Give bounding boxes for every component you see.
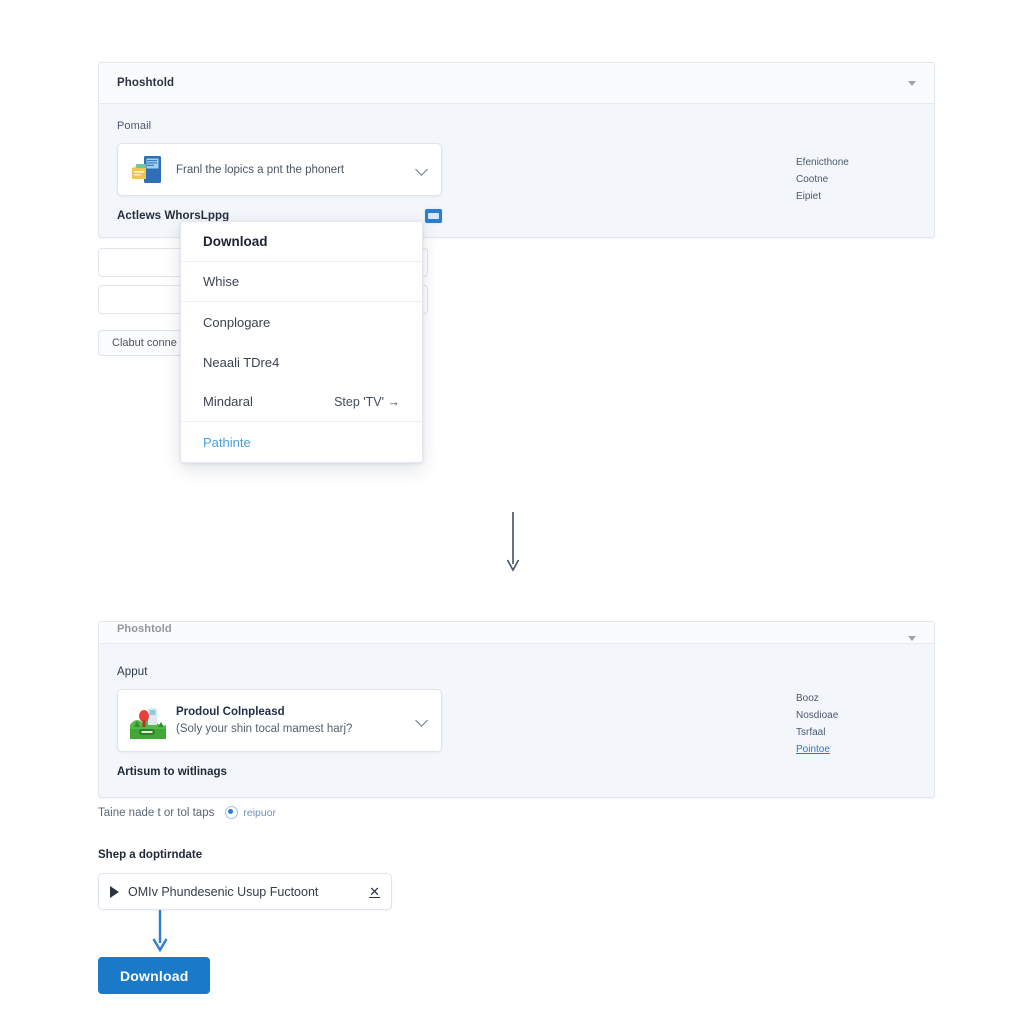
radio-option-label: reipuor <box>243 806 277 819</box>
menu-item-label: Conplogare <box>203 314 271 330</box>
menu-item-pathinte[interactable]: Pathinte <box>181 422 422 462</box>
top-meta-column: Efenicthone Cootne Eipiet <box>796 154 916 205</box>
meta-item[interactable]: Tsrfaal <box>796 724 916 741</box>
image-badge-icon[interactable] <box>425 209 442 223</box>
top-panel-header[interactable]: Phoshtold <box>99 63 934 104</box>
landscape-green-icon <box>130 704 166 739</box>
top-panel: Phoshtold Pomail Franl the lopics a pnt … <box>98 62 935 238</box>
blue-arrow-down <box>152 910 168 954</box>
play-icon[interactable] <box>110 885 119 898</box>
screenshot-canvas: Phoshtold Pomail Franl the lopics a pnt … <box>0 0 1024 1024</box>
download-context-menu: Download Whise Conplogare Neaali TDre4 M… <box>180 221 423 463</box>
menu-item-label: Mindaral <box>203 394 253 409</box>
meta-item[interactable]: Eipiet <box>796 188 916 205</box>
top-panel-title: Phoshtold <box>117 77 175 89</box>
menu-item-shortcut: Step 'TV' → <box>334 394 400 409</box>
top-card-title: Franl the lopics a pnt the phonert <box>176 163 345 176</box>
chevron-down-icon[interactable] <box>416 163 429 176</box>
menu-item-label: Neaali TDre4 <box>203 354 280 370</box>
top-field-label: Pomail <box>117 120 152 132</box>
top-select-card[interactable]: Franl the lopics a pnt the phonert <box>117 143 442 196</box>
radio-dot-icon[interactable] <box>225 806 239 819</box>
bottom-select-card[interactable]: Prodoul Colnpleasd (Soly your shin tocal… <box>117 689 442 752</box>
close-x-icon[interactable]: ✕ <box>369 884 380 900</box>
menu-item-download[interactable]: Download <box>181 222 422 262</box>
menu-item-whise[interactable]: Whise <box>181 262 422 302</box>
document-phone-icon <box>130 154 166 186</box>
radio-line-text: Taine nade t or tol taps <box>98 806 215 819</box>
selected-item-field[interactable]: OMIv Phundesenic Usup Fuctoont ✕ <box>98 873 392 910</box>
meta-item-link[interactable]: Pointoe <box>796 741 916 758</box>
selected-item-label: OMIv Phundesenic Usup Fuctoont <box>128 884 319 899</box>
bottom-section-note: Artisum to witlinags <box>117 766 227 778</box>
chevron-down-icon[interactable] <box>908 636 916 641</box>
top-card-text: Franl the lopics a pnt the phonert <box>176 164 408 176</box>
meta-item[interactable]: Efenicthone <box>796 154 916 171</box>
meta-item[interactable]: Nosdioae <box>796 707 916 724</box>
bottom-meta-column: Booz Nosdioae Tsrfaal Pointoe <box>796 690 916 758</box>
bottom-card-subtitle: (Soly your shin tocal mamest harj? <box>176 723 353 735</box>
bottom-panel-body: Apput Prodoul Colnpleasd (Soly your shin… <box>99 644 934 797</box>
menu-item-label: Whise <box>203 274 240 289</box>
background-button[interactable]: Clabut conne <box>98 330 191 356</box>
bottom-card-text: Prodoul Colnpleasd (Soly your shin tocal… <box>176 706 408 735</box>
chevron-down-icon[interactable] <box>416 714 429 727</box>
radio-line: Taine nade t or tol taps reipuor <box>98 806 276 819</box>
bottom-panel-title: Phoshtold <box>117 623 172 635</box>
radio-option[interactable]: reipuor <box>225 806 276 819</box>
bottom-field-label: Apput <box>117 666 148 678</box>
download-button[interactable]: Download <box>98 957 211 994</box>
menu-item-conplogare[interactable]: Conplogare <box>181 302 422 342</box>
meta-item[interactable]: Booz <box>796 690 916 707</box>
menu-item-label: Pathinte <box>203 434 251 450</box>
top-panel-body: Pomail Franl the lopics a pnt the phoner… <box>99 104 934 237</box>
menu-item-neaali[interactable]: Neaali TDre4 <box>181 342 422 382</box>
sub-heading: Shep a doptirndate <box>98 849 203 861</box>
menu-item-mindaral[interactable]: Mindaral Step 'TV' → <box>181 382 422 422</box>
meta-item[interactable]: Cootne <box>796 171 916 188</box>
bottom-card-title: Prodoul Colnpleasd <box>176 706 285 718</box>
chevron-down-icon[interactable] <box>908 80 916 86</box>
bottom-panel-header[interactable]: Phoshtold <box>99 622 934 644</box>
flow-arrow-down <box>506 512 520 574</box>
menu-item-label: Download <box>203 234 268 249</box>
bottom-panel: Phoshtold Apput Prodoul Colnpleasd (Soly… <box>98 621 935 798</box>
